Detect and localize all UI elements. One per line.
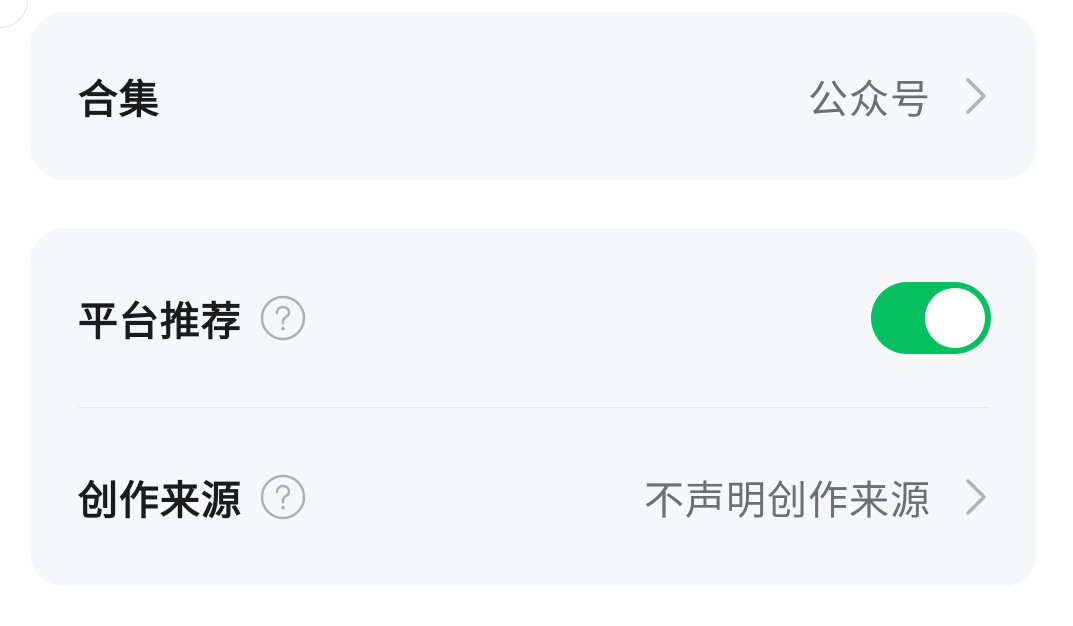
collection-left: 合集 xyxy=(78,67,160,125)
platform-recommend-toggle[interactable] xyxy=(871,282,991,354)
question-circle-icon[interactable] xyxy=(260,295,306,341)
creation-source-right: 不声明创作来源 xyxy=(644,468,989,526)
settings-card: 平台推荐 创作来源 不声明创作来源 xyxy=(30,228,1037,586)
corner-decoration xyxy=(0,0,28,28)
chevron-right-icon xyxy=(963,76,989,116)
platform-recommend-label: 平台推荐 xyxy=(78,299,242,345)
chevron-right-icon xyxy=(963,477,989,517)
toggle-knob xyxy=(925,288,985,348)
collection-card: 合集 公众号 xyxy=(30,12,1037,180)
settings-page: 合集 公众号 平台推荐 创作来源 不声明创作来源 xyxy=(0,0,1073,626)
creation-source-label: 创作来源 xyxy=(78,478,242,524)
collection-value: 公众号 xyxy=(808,77,931,123)
collection-right: 公众号 xyxy=(808,67,989,125)
platform-recommend-left: 平台推荐 xyxy=(78,289,306,347)
question-circle-icon[interactable] xyxy=(260,474,306,520)
creation-source-left: 创作来源 xyxy=(78,468,306,526)
platform-recommend-row: 平台推荐 xyxy=(78,228,991,408)
collection-label: 合集 xyxy=(78,77,160,123)
creation-source-value: 不声明创作来源 xyxy=(644,478,931,524)
platform-recommend-right xyxy=(871,282,991,354)
creation-source-row[interactable]: 创作来源 不声明创作来源 xyxy=(78,408,989,586)
collection-row[interactable]: 合集 公众号 xyxy=(78,12,989,180)
